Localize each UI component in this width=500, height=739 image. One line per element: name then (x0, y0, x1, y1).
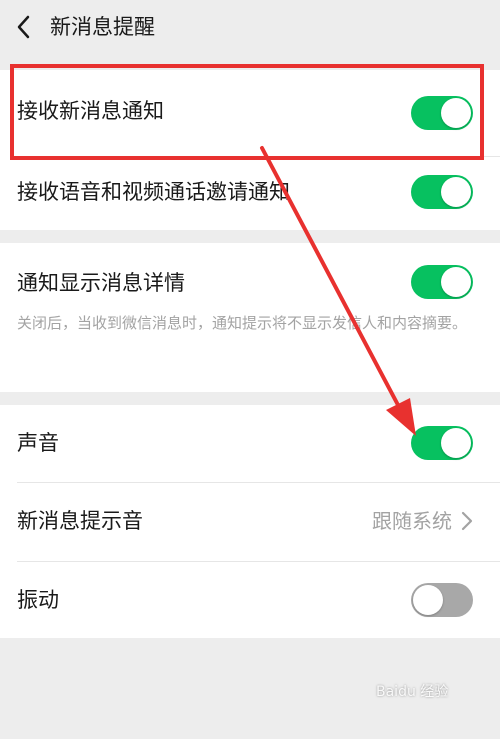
show-message-details-label: 通知显示消息详情 (17, 271, 185, 295)
sound-label: 声音 (17, 431, 59, 455)
voice-video-invite-toggle[interactable] (411, 175, 473, 209)
show-message-details-description: 关闭后，当收到微信消息时，通知提示将不显示发信人和内容摘要。 (17, 314, 468, 332)
back-button[interactable] (14, 14, 36, 40)
show-message-details-toggle[interactable] (411, 265, 473, 299)
navigation-bar: 新消息提醒 (0, 0, 500, 56)
notification-group: 接收新消息通知 接收语音和视频通话邀请通知 (0, 70, 500, 230)
page-title: 新消息提醒 (50, 15, 155, 39)
receive-new-message-toggle[interactable] (411, 96, 473, 130)
receive-new-message-label: 接收新消息通知 (17, 99, 164, 123)
message-details-group: 通知显示消息详情 关闭后，当收到微信消息时，通知提示将不显示发信人和内容摘要。 (0, 243, 500, 392)
sound-row: 声音 (0, 405, 500, 482)
voice-video-invite-label: 接收语音和视频通话邀请通知 (17, 180, 290, 204)
toggle-knob (441, 98, 471, 128)
vibrate-row: 振动 (0, 562, 500, 638)
vibrate-toggle[interactable] (411, 583, 473, 617)
chevron-right-icon (461, 511, 473, 531)
new-message-tone-label: 新消息提示音 (17, 509, 143, 533)
vibrate-label: 振动 (17, 588, 59, 612)
receive-new-message-row: 接收新消息通知 (0, 70, 500, 156)
toggle-knob (413, 585, 443, 615)
new-message-tone-value: 跟随系统 (372, 509, 452, 533)
chevron-left-icon (17, 15, 30, 39)
toggle-knob (441, 177, 471, 207)
toggle-knob (441, 267, 471, 297)
new-message-tone-row[interactable]: 新消息提示音 跟随系统 (0, 483, 500, 561)
watermark: Baidu 经验 (376, 684, 449, 700)
sound-toggle[interactable] (411, 426, 473, 460)
voice-video-invite-row: 接收语音和视频通话邀请通知 (0, 157, 500, 230)
sound-group: 声音 新消息提示音 跟随系统 振动 (0, 405, 500, 638)
toggle-knob (441, 428, 471, 458)
